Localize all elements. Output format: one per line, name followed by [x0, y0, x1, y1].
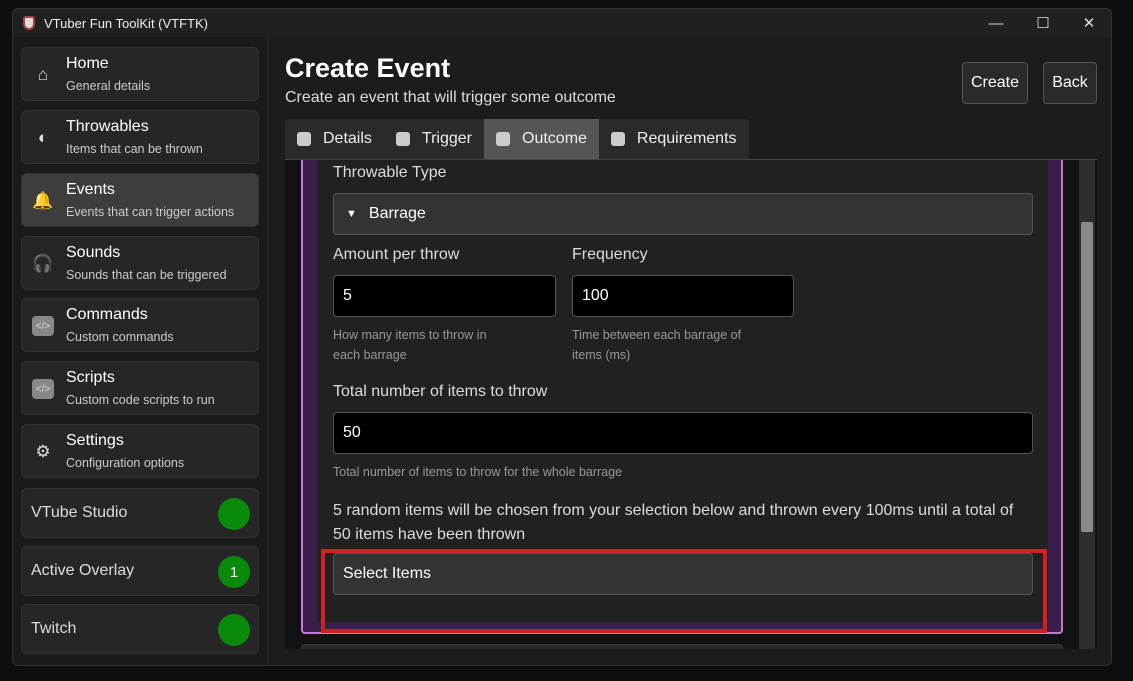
status-active-overlay[interactable]: Active Overlay 1: [21, 546, 259, 596]
nav-desc: Custom commands: [66, 330, 174, 344]
status-label: VTube Studio: [31, 504, 128, 521]
frequency-input[interactable]: 100: [572, 275, 794, 317]
status-badge: 1: [218, 556, 250, 588]
scrollbar-thumb[interactable]: [1081, 222, 1093, 532]
code-icon: </>: [32, 379, 54, 399]
outcome-panel: Throwable Type ▼ Barrage Amount per throw…: [285, 159, 1097, 649]
nav-label: Events: [66, 181, 115, 198]
scrollbar[interactable]: [1079, 160, 1095, 649]
headphones-icon: 🎧: [32, 254, 54, 273]
sidebar-item-throwables[interactable]: ◐ Throwables Items that can be thrown: [21, 110, 259, 164]
status-label: Twitch: [31, 620, 77, 637]
maximize-button[interactable]: ☐: [1020, 9, 1066, 37]
highlight-box: [321, 549, 1047, 633]
nav-desc: Custom code scripts to run: [66, 393, 215, 407]
total-label: Total number of items to throw: [333, 383, 548, 400]
close-button[interactable]: ✕: [1066, 9, 1111, 37]
gear-icon: ⚙: [35, 442, 51, 461]
bell-icon: 🔔: [32, 191, 54, 210]
barrage-summary: 5 random items will be chosen from your …: [333, 502, 1014, 543]
code-comment-icon: </>: [32, 316, 54, 336]
nav-label: Commands: [66, 306, 148, 323]
status-indicator: [218, 614, 250, 646]
tab-trigger[interactable]: Trigger: [384, 119, 484, 159]
minimize-button[interactable]: —: [973, 9, 1019, 37]
app-window: VTuber Fun ToolKit (VTFTK) — ☐ ✕ ⌂ Home Ge…: [12, 8, 1112, 666]
frequency-help: Time between each barrage of items (ms): [572, 328, 742, 362]
amount-input[interactable]: 5: [333, 275, 556, 317]
tab-label: Details: [323, 130, 372, 147]
app-logo-icon: [23, 16, 35, 30]
sidebar-item-sounds[interactable]: 🎧 Sounds Sounds that can be triggered: [21, 236, 259, 290]
title-bar: VTuber Fun ToolKit (VTFTK) — ☐ ✕: [13, 9, 1111, 37]
ball-icon: ◐: [37, 128, 49, 147]
page-title: Create Event: [285, 53, 451, 83]
create-button[interactable]: Create: [962, 62, 1028, 104]
sidebar-item-home[interactable]: ⌂ Home General details: [21, 47, 259, 101]
window-title: VTuber Fun ToolKit (VTFTK): [44, 15, 208, 31]
page-subtitle: Create an event that will trigger some o…: [285, 89, 616, 106]
status-label: Active Overlay: [31, 562, 135, 579]
sidebar-item-settings[interactable]: ⚙ Settings Configuration options: [21, 424, 259, 478]
back-button[interactable]: Back: [1043, 62, 1097, 104]
nav-desc: Events that can trigger actions: [66, 205, 235, 219]
document-icon: [297, 132, 311, 146]
status-twitch[interactable]: Twitch: [21, 604, 259, 654]
tab-label: Requirements: [636, 130, 737, 147]
nav-label: Scripts: [66, 369, 115, 386]
dropdown-value: Barrage: [368, 205, 426, 222]
checklist-icon: [610, 132, 625, 146]
nav-label: Settings: [66, 432, 124, 449]
nav-desc: Configuration options: [66, 456, 185, 470]
nav-desc: General details: [66, 79, 151, 93]
outcome-card: Throwable Type ▼ Barrage Amount per throw…: [301, 160, 1063, 634]
tab-label: Outcome: [522, 130, 587, 147]
nav-label: Sounds: [66, 244, 121, 261]
total-help: Total number of items to throw for the w…: [333, 465, 623, 479]
trigger-icon: [395, 132, 410, 146]
tab-outcome[interactable]: Outcome: [484, 119, 599, 159]
sidebar-item-commands[interactable]: </> Commands Custom commands: [21, 298, 259, 352]
sidebar: ⌂ Home General details ◐ Throwables Items th…: [13, 37, 268, 665]
sidebar-item-scripts[interactable]: </> Scripts Custom code scripts to run: [21, 361, 259, 415]
home-icon: ⌂: [37, 65, 49, 84]
next-card: [301, 644, 1063, 649]
nav-label: Home: [66, 55, 109, 72]
tab-requirements[interactable]: Requirements: [599, 119, 749, 159]
caret-down-icon: ▼: [346, 208, 357, 220]
amount-label: Amount per throw: [333, 246, 460, 263]
status-indicator: [218, 498, 250, 530]
tab-label: Trigger: [421, 130, 472, 147]
nav-desc: Sounds that can be triggered: [66, 268, 227, 282]
tab-bar: Details Trigger Outcome Requirements: [285, 119, 749, 159]
throwable-type-label: Throwable Type: [333, 164, 447, 181]
nav-label: Throwables: [66, 118, 149, 135]
frequency-label: Frequency: [572, 246, 648, 263]
total-input[interactable]: 50: [333, 412, 1033, 454]
nav-desc: Items that can be thrown: [66, 142, 203, 156]
tab-details[interactable]: Details: [285, 119, 384, 159]
sidebar-item-events[interactable]: 🔔 Events Events that can trigger actions: [21, 173, 259, 227]
amount-help: How many items to throw in each barrage: [333, 328, 487, 362]
status-vtube-studio[interactable]: VTube Studio: [21, 488, 259, 538]
throwable-type-dropdown[interactable]: ▼ Barrage: [333, 193, 1033, 235]
outcome-icon: [496, 132, 510, 146]
